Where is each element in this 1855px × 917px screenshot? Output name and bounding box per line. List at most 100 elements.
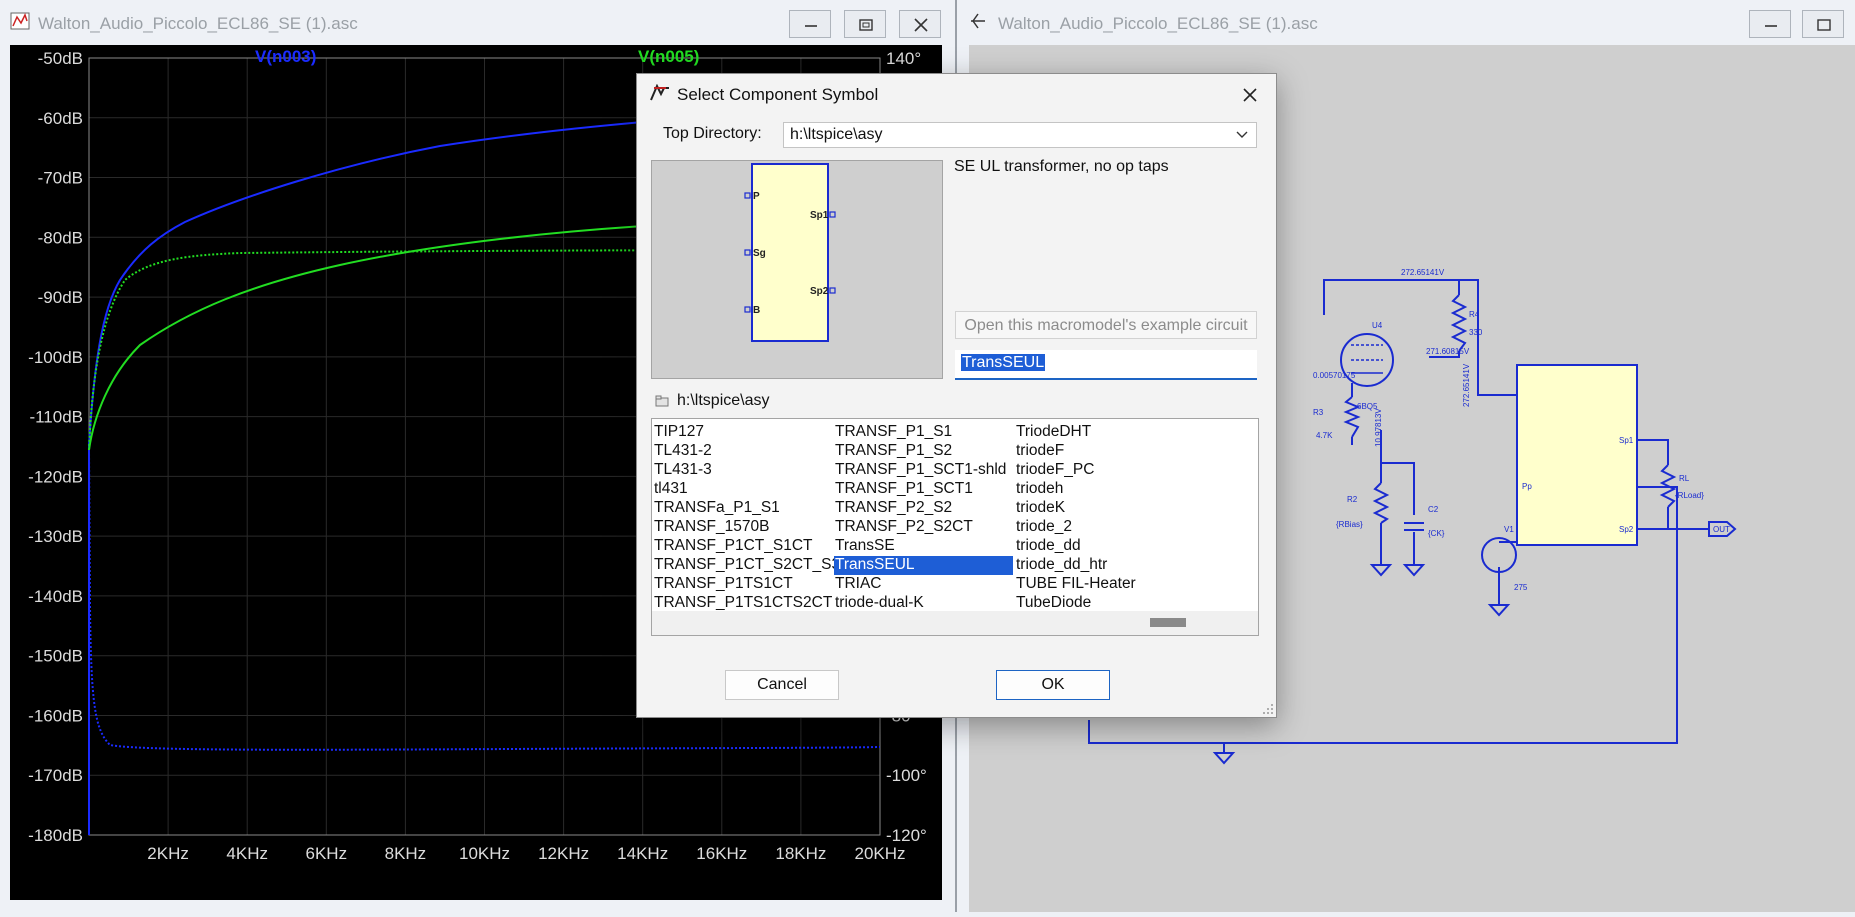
y-axis-tick-label-left: -130dB [28,527,83,546]
label-r4: R4 [1469,310,1480,319]
dialog-titlebar[interactable]: Select Component Symbol [637,74,1276,116]
symbol-list-item[interactable]: TRANSF_P1_S1 [834,423,1013,442]
minimize-button[interactable] [789,10,831,38]
symbol-list-item[interactable]: triodeh [1015,480,1136,499]
value-r4: 330 [1469,328,1483,337]
horizontal-scrollbar[interactable] [652,611,1258,635]
restore-button[interactable] [844,10,886,38]
symbol-list-item[interactable]: TransSEUL [834,556,1013,575]
scrollbar-thumb[interactable] [1150,618,1186,627]
symbol-list-item[interactable]: tl431 [653,480,840,499]
close-button[interactable] [899,10,941,38]
preview-pin-sp2: Sp2 [810,286,829,297]
pin-square [744,306,751,313]
x-axis-tick-label: 8KHz [385,844,427,863]
y-axis-tick-label-right: -100° [886,766,927,785]
pin-label-pp: Pp [1522,482,1532,491]
resistor-r4[interactable] [1450,294,1468,352]
cancel-button[interactable]: Cancel [725,670,839,700]
ground-symbol [1369,564,1393,577]
symbol-list-item[interactable]: triodeF [1015,442,1136,461]
waveform-app-icon [10,12,30,35]
x-axis-tick-label: 14KHz [617,844,668,863]
ground-symbol [1487,604,1511,617]
schematic-titlebar[interactable]: Walton_Audio_Piccolo_ECL86_SE (1).asc [957,0,1855,44]
value-rl: {RLoad} [1675,491,1704,500]
trace-label-v-n003[interactable]: V(n003) [255,47,316,66]
label-rl: RL [1679,474,1690,483]
ok-button[interactable]: OK [996,670,1110,700]
net-label-primary: 272.65141V [1462,363,1471,407]
symbol-list-item[interactable]: TRANSFa_P1_S1 [653,499,840,518]
symbol-name-input[interactable]: TransSEUL [955,350,1257,380]
pin-square [829,211,836,218]
ltspice-logo-icon [649,83,671,107]
symbol-list-column-3: TriodeDHT triodeF triodeF_PC triodeh triodeK… [1015,423,1136,632]
y-axis-tick-label-left: -120dB [28,467,83,486]
symbol-name-selected-text: TransSEUL [961,354,1046,371]
symbol-list[interactable]: TIP127 TL431-2 TL431-3 tl431 TRANSFa_P1_S1 TR… [651,418,1259,636]
symbol-list-item[interactable]: TRANSF_P1_SCT1 [834,480,1013,499]
net-label-plate: 272.65141V [1401,268,1445,277]
symbol-list-item[interactable]: TUBE FIL-Heater [1015,575,1136,594]
restore-icon [859,19,873,31]
symbol-list-column-2: TRANSF_P1_S1 TRANSF_P1_S2 TRANSF_P1_SCT1-s… [834,423,1013,632]
x-axis-tick-label: 18KHz [775,844,826,863]
top-directory-select[interactable]: h:\ltspice\asy [783,122,1257,148]
symbol-list-item[interactable]: triode_dd_htr [1015,556,1136,575]
x-axis-tick-label: 6KHz [306,844,348,863]
x-axis-tick-label: 20KHz [854,844,905,863]
symbol-list-item[interactable]: TRANSF_P2_S2 [834,499,1013,518]
chevron-down-icon [1236,131,1248,138]
symbol-list-item[interactable]: TriodeDHT [1015,423,1136,442]
symbol-list-item[interactable]: TL431-2 [653,442,840,461]
label-v1: V1 [1504,525,1514,534]
x-axis-tick-label: 4KHz [226,844,268,863]
symbol-list-item[interactable]: TIP127 [653,423,840,442]
transformer-symbol[interactable] [1516,364,1638,546]
wire-cathode [1380,430,1415,515]
symbol-list-item[interactable]: TRANSF_P1_S2 [834,442,1013,461]
y-axis-tick-label-left: -140dB [28,587,83,606]
symbol-list-item[interactable]: triodeF_PC [1015,461,1136,480]
resize-grip-icon[interactable] [1262,703,1274,715]
voltage-source-v1[interactable] [1481,537,1517,573]
open-example-circuit-button[interactable]: Open this macromodel's example circuit [955,311,1257,339]
y-axis-tick-label-left: -180dB [28,826,83,845]
value-r2: {RBias} [1336,520,1363,529]
y-axis-tick-label-left: -70dB [38,169,83,188]
symbol-list-item[interactable]: TRANSF_P1CT_S1CT [653,537,840,556]
y-axis-tick-label-left: -50dB [38,49,83,68]
ground-symbol [1212,752,1236,765]
waveform-titlebar[interactable]: Walton_Audio_Piccolo_ECL86_SE (1).asc [0,0,953,44]
symbol-list-column-1: TIP127 TL431-2 TL431-3 tl431 TRANSFa_P1_S1 TR… [653,423,840,632]
ground-symbol [1402,564,1426,577]
symbol-list-item[interactable]: TRANSF_P1TS1CT [653,575,840,594]
current-directory: h:\ltspice\asy [655,392,769,410]
resistor-r2[interactable] [1372,482,1390,524]
symbol-list-item[interactable]: TransSE [834,537,1013,556]
symbol-list-item[interactable]: triode_2 [1015,518,1136,537]
dialog-close-button[interactable] [1236,82,1264,108]
x-axis-tick-label: 10KHz [459,844,510,863]
label-r2: R2 [1347,495,1358,504]
schematic-window-title: Walton_Audio_Piccolo_ECL86_SE (1).asc [998,14,1318,33]
symbol-list-item[interactable]: triodeK [1015,499,1136,518]
symbol-list-item[interactable]: TRANSF_1570B [653,518,840,537]
symbol-list-item[interactable]: TRANSF_P1_SCT1-shld [834,461,1013,480]
top-directory-label: Top Directory: [663,125,762,142]
net-label-cathode: 10.97813V [1374,408,1383,447]
select-component-dialog: Select Component Symbol Top Directory: h… [636,73,1277,718]
schematic-restore-button[interactable] [1802,10,1844,38]
schematic-minimize-button[interactable] [1749,10,1791,38]
symbol-list-item[interactable]: TRANSF_P1CT_S2CT_S3 [653,556,840,575]
symbol-list-item[interactable]: TRANSF_P2_S2CT [834,518,1013,537]
trace-label-v-n005[interactable]: V(n005) [638,47,699,66]
symbol-list-item[interactable]: TRIAC [834,575,1013,594]
close-icon [1243,88,1257,102]
symbol-list-item[interactable]: TL431-3 [653,461,840,480]
preview-pin-sg: Sg [753,248,766,259]
minimize-icon [1765,25,1777,27]
pin-square [744,192,751,199]
symbol-list-item[interactable]: triode_dd [1015,537,1136,556]
